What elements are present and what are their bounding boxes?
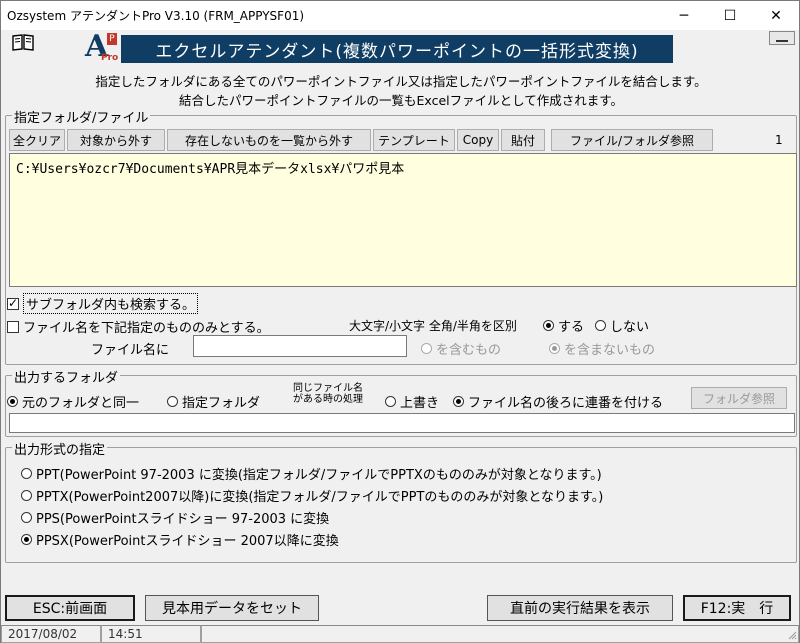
- case-sensitive-label: 大文字/小文字 全角/半角を区別: [349, 319, 517, 333]
- radio-icon[interactable]: [385, 396, 396, 407]
- window-title: Ozsystem アテンダントPro V3.10 (FRM_APPYSF01): [7, 9, 305, 23]
- minimize-window-button[interactable]: ─: [661, 1, 707, 30]
- app-banner: エクセルアテンダント(複数パワーポイントの一括形式変換): [121, 35, 673, 63]
- not-contains-radio[interactable]: を含まないもの: [549, 339, 655, 358]
- app-logo: A P Pro: [85, 29, 119, 64]
- same-folder-radio[interactable]: 元のフォルダと同一: [7, 392, 139, 411]
- format-pps-label: PPS(PowerPointスライドショー 97-2003 に変換: [36, 512, 330, 527]
- format-ppt-label: PPT(PowerPoint 97-2003 に変換(指定フォルダ/ファイルでP…: [36, 468, 602, 483]
- same-name-line-2: がある時の処理: [293, 394, 363, 405]
- folder-browse-button[interactable]: フォルダ参照: [691, 387, 787, 409]
- filename-only-checkbox[interactable]: ファイル名を下記指定のもののみとする。: [7, 317, 270, 336]
- format-pptx-radio[interactable]: PPTX(PowerPoint2007以降)に変換(指定フォルダ/ファイルでPP…: [21, 486, 603, 505]
- filename-input[interactable]: [193, 335, 407, 357]
- same-folder-label: 元のフォルダと同一: [22, 396, 140, 411]
- case-no-label: しない: [610, 320, 650, 335]
- description-line-1: 指定したフォルダにある全てのパワーポイントファイル又は指定したパワーポイントファ…: [95, 74, 707, 89]
- clear-all-button[interactable]: 全クリア: [9, 129, 65, 151]
- radio-icon[interactable]: [421, 343, 432, 354]
- file-folder-browse-button[interactable]: ファイル/フォルダ参照: [551, 129, 713, 151]
- run-button[interactable]: F12:実 行: [683, 595, 791, 621]
- specified-folder-radio[interactable]: 指定フォルダ: [167, 392, 260, 411]
- checkbox-icon[interactable]: [7, 296, 19, 310]
- radio-icon[interactable]: [21, 512, 32, 523]
- path-entry[interactable]: C:¥Users¥ozcr7¥Documents¥APR見本データxlsx¥パワ…: [16, 162, 404, 177]
- path-list[interactable]: C:¥Users¥ozcr7¥Documents¥APR見本データxlsx¥パワ…: [9, 153, 797, 287]
- format-pptx-label: PPTX(PowerPoint2007以降)に変換(指定フォルダ/ファイルでPP…: [36, 490, 604, 505]
- source-group-label: 指定フォルダ/ファイル: [12, 107, 151, 126]
- app-window: Ozsystem アテンダントPro V3.10 (FRM_APPYSF01) …: [0, 0, 800, 643]
- set-sample-data-button[interactable]: 見本用データをセット: [145, 595, 319, 621]
- exclude-button[interactable]: 対象から外す: [67, 129, 165, 151]
- format-ppsx-label: PPSX(PowerPointスライドショー 2007以降に変換: [36, 534, 339, 549]
- append-number-radio[interactable]: ファイル名の後ろに連番を付ける: [453, 392, 663, 411]
- filename-label: ファイル名に: [91, 343, 170, 358]
- radio-icon[interactable]: [167, 396, 178, 407]
- append-number-label: ファイル名の後ろに連番を付ける: [468, 396, 664, 411]
- book-icon[interactable]: [11, 33, 35, 51]
- format-ppsx-radio[interactable]: PPSX(PowerPointスライドショー 2007以降に変換: [21, 530, 339, 549]
- output-format-group-label: 出力形式の指定: [12, 439, 108, 458]
- status-date: 2017/08/02: [1, 625, 101, 643]
- esc-back-button[interactable]: ESC:前画面: [5, 595, 135, 621]
- maximize-window-button[interactable]: ☐: [707, 1, 753, 30]
- format-ppt-radio[interactable]: PPT(PowerPoint 97-2003 に変換(指定フォルダ/ファイルでP…: [21, 464, 602, 483]
- radio-icon[interactable]: [21, 468, 32, 479]
- status-bar: 2017/08/02 14:51: [1, 625, 799, 643]
- radio-icon[interactable]: [595, 320, 606, 331]
- same-name-handling-label: 同じファイル名 がある時の処理: [283, 383, 373, 405]
- case-yes-radio[interactable]: する: [543, 316, 584, 335]
- radio-icon[interactable]: [21, 490, 32, 501]
- remove-missing-button[interactable]: 存在しないものを一覧から外す: [167, 129, 371, 151]
- collapse-button[interactable]: [769, 31, 795, 45]
- overwrite-radio[interactable]: 上書き: [385, 392, 439, 411]
- output-folder-group-label: 出力するフォルダ: [12, 367, 121, 386]
- show-last-result-button[interactable]: 直前の実行結果を表示: [487, 595, 673, 621]
- case-yes-label: する: [558, 320, 585, 335]
- status-time: 14:51: [101, 625, 201, 643]
- contains-radio[interactable]: を含むもの: [421, 339, 501, 358]
- case-no-radio[interactable]: しない: [595, 316, 649, 335]
- subfolder-label: サブフォルダ内も検索する。: [23, 293, 199, 314]
- template-button[interactable]: テンプレート: [373, 129, 455, 151]
- same-name-line-1: 同じファイル名: [293, 383, 363, 394]
- radio-icon[interactable]: [7, 396, 18, 407]
- close-window-button[interactable]: ✕: [753, 1, 799, 30]
- radio-icon[interactable]: [543, 320, 554, 331]
- not-contains-label: を含まないもの: [564, 343, 656, 358]
- subfolder-checkbox[interactable]: サブフォルダ内も検索する。: [7, 293, 199, 314]
- title-bar: Ozsystem アテンダントPro V3.10 (FRM_APPYSF01) …: [1, 1, 799, 30]
- paste-button[interactable]: 貼付: [501, 129, 545, 151]
- copy-button[interactable]: Copy: [457, 129, 499, 151]
- contains-label: を含むもの: [436, 343, 502, 358]
- resize-grip-icon[interactable]: [787, 630, 797, 640]
- output-folder-input[interactable]: [9, 413, 795, 433]
- filename-only-label: ファイル名を下記指定のもののみとする。: [23, 321, 270, 336]
- specified-folder-label: 指定フォルダ: [182, 396, 261, 411]
- radio-icon[interactable]: [549, 343, 560, 354]
- file-count: 1: [775, 133, 783, 147]
- overwrite-label: 上書き: [400, 396, 440, 411]
- radio-icon[interactable]: [21, 534, 32, 545]
- format-pps-radio[interactable]: PPS(PowerPointスライドショー 97-2003 に変換: [21, 508, 329, 527]
- status-empty: [201, 625, 799, 643]
- radio-icon[interactable]: [453, 396, 464, 407]
- checkbox-icon[interactable]: [7, 320, 19, 333]
